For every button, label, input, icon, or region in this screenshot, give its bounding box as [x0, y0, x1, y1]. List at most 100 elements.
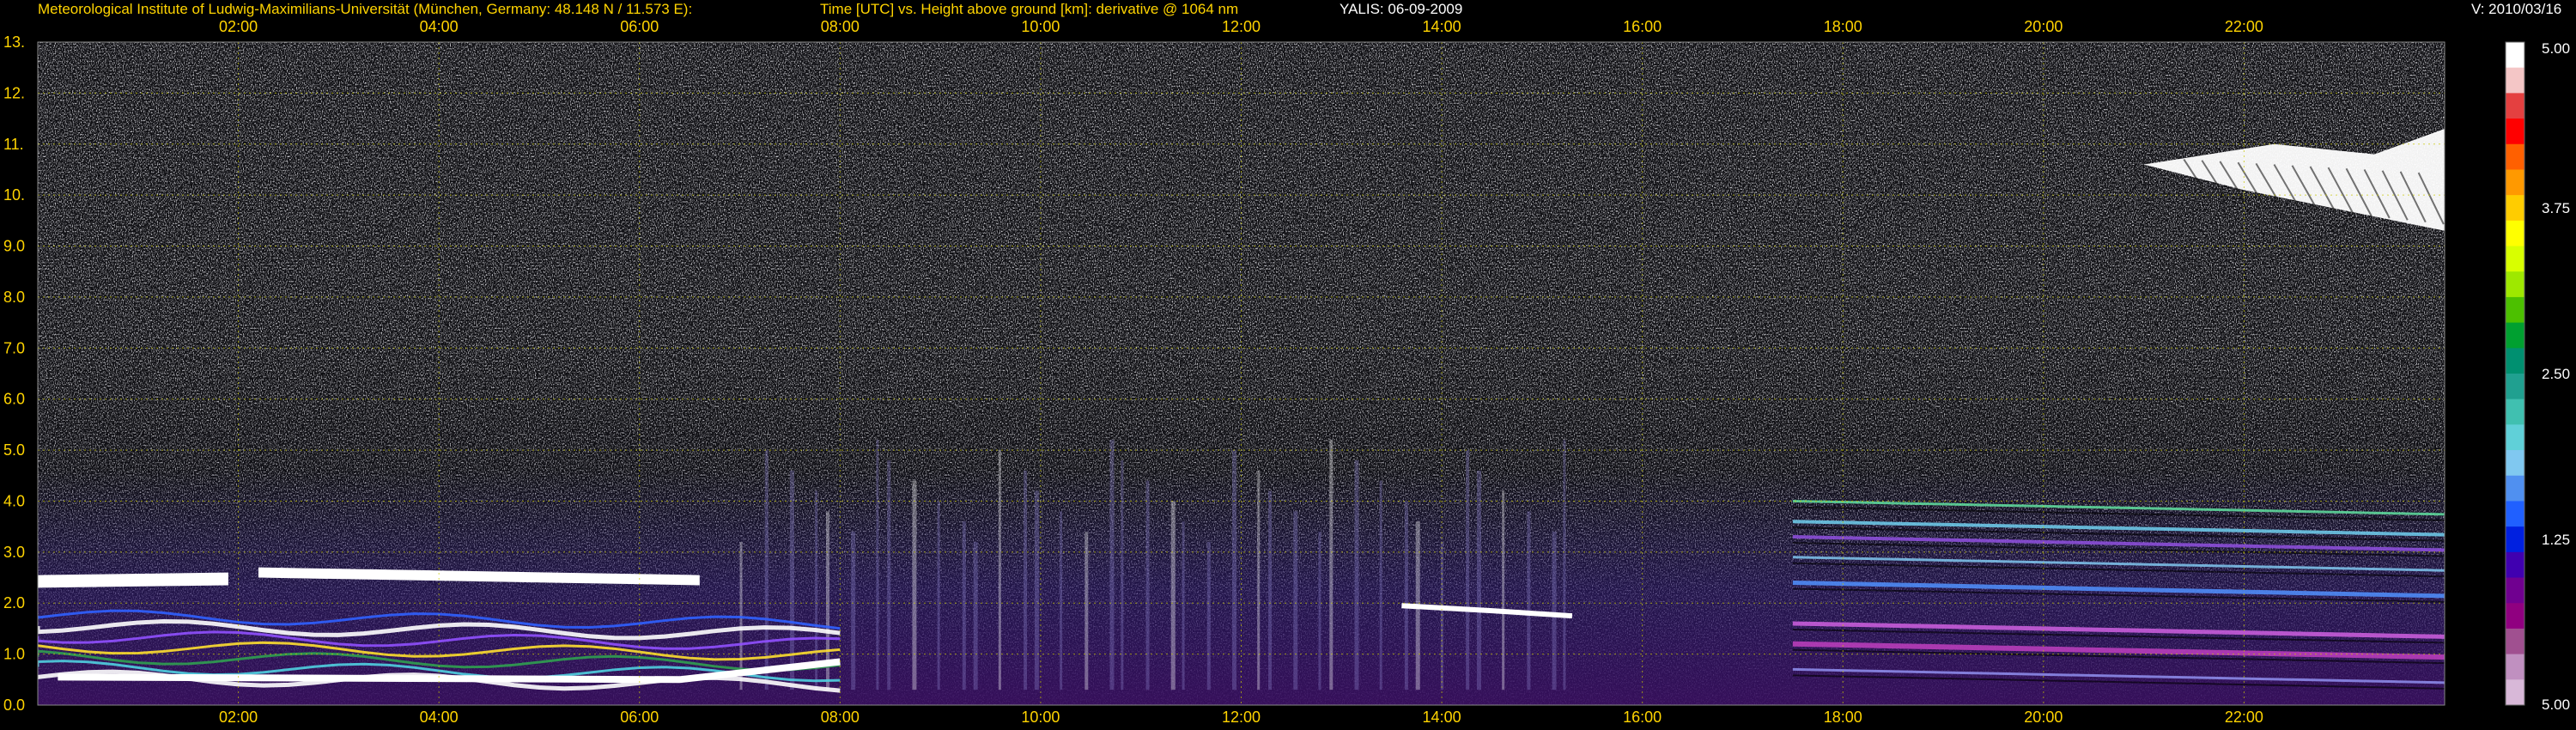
convective-plume: [1552, 532, 1557, 690]
colorbar-label: 2.50: [2542, 366, 2570, 382]
convective-plume: [1121, 459, 1124, 690]
convective-plume: [1206, 541, 1211, 690]
colorbar-label: 1.25: [2542, 532, 2570, 548]
colorbar-swatch: [2506, 374, 2524, 400]
y-tick-label: 13.: [3, 33, 25, 51]
y-tick-label: 7.0: [3, 339, 25, 356]
convective-plume: [1527, 511, 1531, 690]
convective-plume: [1293, 511, 1298, 690]
y-tick-label: 1.0: [3, 646, 25, 663]
convective-plume: [1354, 459, 1359, 690]
convective-plume: [1563, 440, 1566, 690]
x-tick-label-bottom: 20:00: [2024, 709, 2063, 726]
colorbar-swatch: [2506, 169, 2524, 196]
lidar-chart: 02:00 04:00 06:00 08:00 10:00 12:00 14:00 16:00…: [3, 18, 2570, 726]
boundary-layer-top: [38, 572, 228, 588]
convective-plume: [876, 440, 879, 690]
colorbar-swatch: [2506, 526, 2524, 553]
x-tick-label-top: 08:00: [821, 18, 860, 35]
convective-plume: [815, 490, 818, 690]
convective-plume: [851, 532, 856, 690]
colorbar-label: 5.00: [2542, 40, 2570, 57]
convective-plume: [998, 450, 1001, 690]
colorbar-swatch: [2506, 246, 2524, 272]
convective-plume: [1084, 532, 1089, 690]
y-tick-label: 5.0: [3, 441, 25, 459]
x-tick-label-bottom: 10:00: [1021, 709, 1060, 726]
x-tick-label-bottom: 02:00: [219, 709, 258, 726]
convective-plume: [1109, 440, 1115, 690]
y-axis: 0.0 1.0 2.0 3.0 4.0 5.0 6.0 7.0 8.0 9.0 10. 11. 12. 1…: [3, 33, 25, 714]
colorbar-swatch: [2506, 501, 2524, 527]
x-tick-label-top: 06:00: [620, 18, 659, 35]
colorbar-swatch: [2506, 348, 2524, 374]
x-tick-label-top: 02:00: [219, 18, 258, 35]
colorbar-label: 5.00: [2542, 697, 2570, 713]
convective-plume: [962, 521, 966, 690]
colorbar-swatch: [2506, 271, 2524, 298]
y-tick-label: 0.0: [3, 697, 25, 714]
colorbar-swatch: [2506, 398, 2524, 425]
convective-plume: [973, 541, 978, 690]
convective-plume: [1476, 470, 1481, 690]
x-tick-label-bottom: 06:00: [620, 709, 659, 726]
convective-plume: [1257, 470, 1261, 690]
colorbar-swatch: [2506, 119, 2524, 145]
convective-plume: [1034, 490, 1039, 690]
x-tick-label-top: 18:00: [1824, 18, 1862, 35]
colorbar-swatch: [2506, 42, 2524, 69]
colorbar-label: 3.75: [2542, 200, 2570, 216]
x-tick-label-bottom: 08:00: [821, 709, 860, 726]
plot-area: [38, 42, 2445, 705]
x-tick-label-bottom: 14:00: [1423, 709, 1461, 726]
convective-plume: [789, 470, 794, 690]
colorbar-swatch: [2506, 450, 2524, 477]
x-tick-label-top: 04:00: [420, 18, 459, 35]
x-tick-label-top: 10:00: [1021, 18, 1060, 35]
x-axis-top: 02:00 04:00 06:00 08:00 10:00 12:00 14:00 16:00…: [219, 18, 2263, 35]
convective-plume: [1024, 470, 1028, 690]
colorbar-swatch: [2506, 475, 2524, 502]
x-tick-label-bottom: 04:00: [420, 709, 459, 726]
convective-plume: [912, 480, 917, 690]
y-tick-label: 11.: [3, 136, 24, 153]
colorbar-swatch: [2506, 143, 2524, 170]
x-tick-label-top: 22:00: [2225, 18, 2263, 35]
x-tick-label-top: 16:00: [1623, 18, 1662, 35]
colorbar-swatch: [2506, 551, 2524, 579]
x-tick-label-top: 14:00: [1423, 18, 1461, 35]
convective-plume: [1268, 490, 1273, 690]
y-tick-label: 12.: [3, 84, 25, 101]
convective-plume: [1145, 480, 1150, 690]
y-tick-label: 2.0: [3, 594, 25, 611]
convective-plume: [887, 459, 891, 690]
x-tick-label-bottom: 18:00: [1824, 709, 1862, 726]
y-tick-label: 9.0: [3, 238, 25, 255]
convective-plume: [1379, 480, 1382, 690]
colorbar-swatch: [2506, 67, 2524, 94]
convective-plume: [1060, 511, 1063, 690]
convective-plume: [1170, 501, 1176, 690]
y-tick-label: 10.: [3, 186, 25, 204]
colorbar: 5.00 3.75 2.50 1.25 5.00: [2505, 40, 2570, 713]
convective-plume: [1404, 501, 1408, 690]
convective-plume: [1329, 440, 1334, 690]
colorbar-swatch: [2506, 577, 2524, 604]
colorbar-swatch: [2506, 296, 2524, 324]
x-tick-label-top: 12:00: [1222, 18, 1261, 35]
y-tick-label: 4.0: [3, 492, 25, 509]
x-tick-label-top: 20:00: [2024, 18, 2063, 35]
y-tick-label: 8.0: [3, 289, 25, 306]
x-tick-label-bottom: 16:00: [1623, 709, 1662, 726]
convective-plume: [1502, 490, 1505, 690]
convective-plume: [1318, 532, 1321, 690]
colorbar-swatch: [2506, 603, 2524, 630]
x-tick-label-bottom: 22:00: [2225, 709, 2263, 726]
y-tick-label: 6.0: [3, 391, 25, 408]
colorbar-swatch: [2506, 93, 2524, 119]
colorbar-swatch: [2506, 628, 2524, 655]
y-tick-label: 3.0: [3, 544, 25, 561]
x-axis-bottom: 02:00 04:00 06:00 08:00 10:00 12:00 14:00 16:00…: [219, 709, 2263, 726]
colorbar-swatch: [2506, 679, 2524, 706]
colorbar-swatch: [2506, 424, 2524, 451]
